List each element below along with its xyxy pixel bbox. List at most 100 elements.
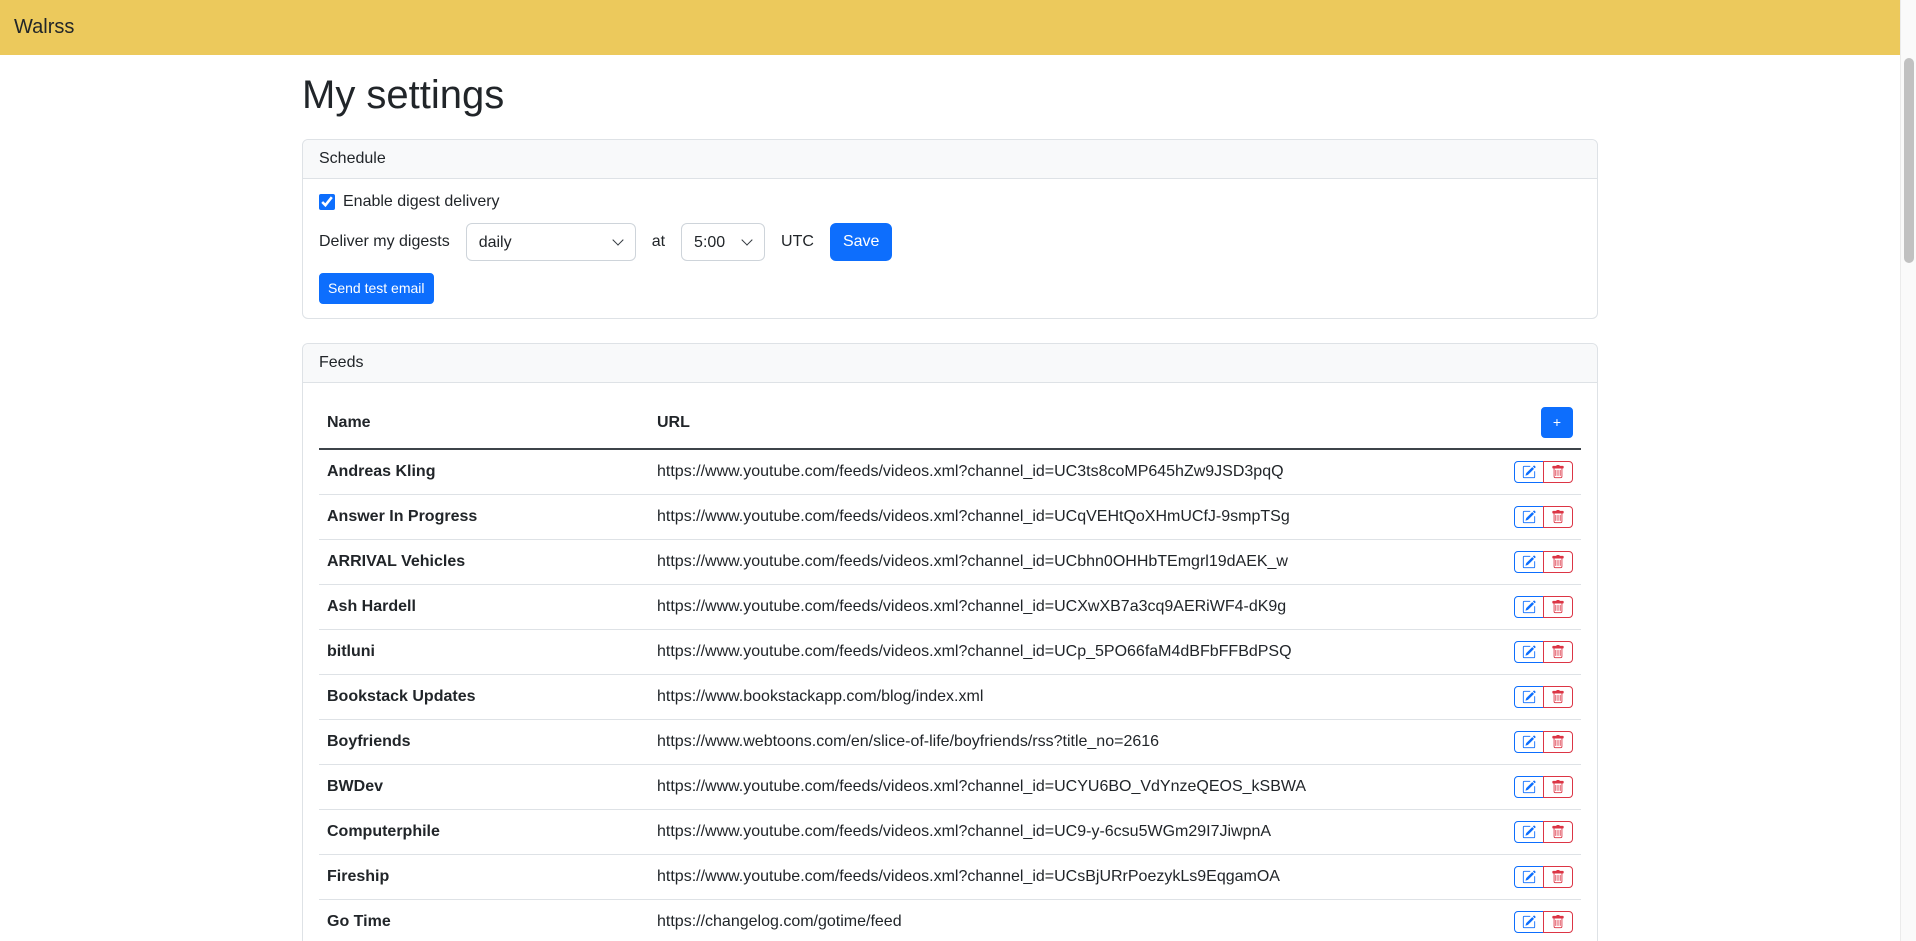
schedule-card: Schedule Enable digest delivery Deliver … bbox=[302, 139, 1598, 319]
feed-name: Fireship bbox=[319, 855, 649, 900]
enable-digest-row: Enable digest delivery bbox=[319, 193, 1581, 211]
edit-feed-button[interactable] bbox=[1514, 596, 1544, 618]
edit-feed-button[interactable] bbox=[1514, 506, 1544, 528]
scrollbar-thumb[interactable] bbox=[1904, 58, 1914, 263]
delete-feed-button[interactable] bbox=[1543, 551, 1573, 573]
trash-icon bbox=[1551, 465, 1565, 479]
trash-icon bbox=[1551, 780, 1565, 794]
feed-url: https://www.youtube.com/feeds/videos.xml… bbox=[649, 585, 1481, 630]
feed-row: Boyfriendshttps://www.webtoons.com/en/sl… bbox=[319, 720, 1581, 765]
feeds-card-body: Name URL + Andreas Klinghttps://www.yout… bbox=[303, 383, 1597, 941]
feed-name: Answer In Progress bbox=[319, 495, 649, 540]
trash-icon bbox=[1551, 735, 1565, 749]
feed-url: https://changelog.com/gotime/feed bbox=[649, 900, 1481, 941]
page-title: My settings bbox=[302, 71, 1598, 119]
delivery-schedule-row: Deliver my digests daily at 5:00 UTC Sav… bbox=[319, 223, 1581, 261]
schedule-card-header: Schedule bbox=[303, 140, 1597, 179]
edit-feed-button[interactable] bbox=[1514, 686, 1544, 708]
feed-url: https://www.webtoons.com/en/slice-of-lif… bbox=[649, 720, 1481, 765]
edit-icon bbox=[1522, 915, 1536, 929]
delete-feed-button[interactable] bbox=[1543, 686, 1573, 708]
edit-icon bbox=[1522, 735, 1536, 749]
edit-icon bbox=[1522, 780, 1536, 794]
delete-feed-button[interactable] bbox=[1543, 506, 1573, 528]
trash-icon bbox=[1551, 690, 1565, 704]
trash-icon bbox=[1551, 555, 1565, 569]
edit-icon bbox=[1522, 555, 1536, 569]
edit-icon bbox=[1522, 645, 1536, 659]
feed-name: Boyfriends bbox=[319, 720, 649, 765]
delete-feed-button[interactable] bbox=[1543, 776, 1573, 798]
column-header-url: URL bbox=[649, 397, 1481, 449]
edit-feed-button[interactable] bbox=[1514, 731, 1544, 753]
feed-name: Go Time bbox=[319, 900, 649, 941]
enable-digest-label[interactable]: Enable digest delivery bbox=[343, 193, 500, 211]
feed-url: https://www.youtube.com/feeds/videos.xml… bbox=[649, 540, 1481, 585]
edit-icon bbox=[1522, 870, 1536, 884]
enable-digest-checkbox[interactable] bbox=[319, 194, 335, 210]
feed-row: Ash Hardellhttps://www.youtube.com/feeds… bbox=[319, 585, 1581, 630]
feed-row: ARRIVAL Vehicleshttps://www.youtube.com/… bbox=[319, 540, 1581, 585]
edit-feed-button[interactable] bbox=[1514, 866, 1544, 888]
edit-feed-button[interactable] bbox=[1514, 551, 1544, 573]
edit-feed-button[interactable] bbox=[1514, 776, 1544, 798]
feed-url: https://www.youtube.com/feeds/videos.xml… bbox=[649, 630, 1481, 675]
time-select[interactable]: 5:00 bbox=[681, 223, 765, 261]
main-content: My settings Schedule Enable digest deliv… bbox=[290, 71, 1610, 941]
feeds-card-header: Feeds bbox=[303, 344, 1597, 383]
feed-row: Andreas Klinghttps://www.youtube.com/fee… bbox=[319, 449, 1581, 495]
trash-icon bbox=[1551, 870, 1565, 884]
feed-row: Answer In Progresshttps://www.youtube.co… bbox=[319, 495, 1581, 540]
send-test-email-button[interactable]: Send test email bbox=[319, 273, 434, 304]
trash-icon bbox=[1551, 600, 1565, 614]
feed-row: Bookstack Updateshttps://www.bookstackap… bbox=[319, 675, 1581, 720]
delete-feed-button[interactable] bbox=[1543, 461, 1573, 483]
edit-icon bbox=[1522, 690, 1536, 704]
delete-feed-button[interactable] bbox=[1543, 821, 1573, 843]
feed-url: https://www.youtube.com/feeds/videos.xml… bbox=[649, 810, 1481, 855]
navbar: Walrss bbox=[0, 0, 1900, 55]
delete-feed-button[interactable] bbox=[1543, 911, 1573, 933]
feed-name: bitluni bbox=[319, 630, 649, 675]
at-label: at bbox=[652, 233, 665, 251]
navbar-brand[interactable]: Walrss bbox=[14, 16, 74, 39]
save-button[interactable]: Save bbox=[830, 223, 892, 261]
delete-feed-button[interactable] bbox=[1543, 866, 1573, 888]
edit-icon bbox=[1522, 825, 1536, 839]
feed-row: bitlunihttps://www.youtube.com/feeds/vid… bbox=[319, 630, 1581, 675]
delete-feed-button[interactable] bbox=[1543, 641, 1573, 663]
feed-name: Computerphile bbox=[319, 810, 649, 855]
feed-row: Fireshiphttps://www.youtube.com/feeds/vi… bbox=[319, 855, 1581, 900]
add-feed-button[interactable]: + bbox=[1541, 407, 1573, 438]
delete-feed-button[interactable] bbox=[1543, 596, 1573, 618]
trash-icon bbox=[1551, 915, 1565, 929]
feed-name: Bookstack Updates bbox=[319, 675, 649, 720]
feed-url: https://www.youtube.com/feeds/videos.xml… bbox=[649, 495, 1481, 540]
delete-feed-button[interactable] bbox=[1543, 731, 1573, 753]
feed-name: ARRIVAL Vehicles bbox=[319, 540, 649, 585]
edit-icon bbox=[1522, 465, 1536, 479]
frequency-select[interactable]: daily bbox=[466, 223, 636, 261]
scrollbar[interactable] bbox=[1900, 0, 1916, 941]
feed-url: https://www.bookstackapp.com/blog/index.… bbox=[649, 675, 1481, 720]
feed-row: Go Timehttps://changelog.com/gotime/feed bbox=[319, 900, 1581, 941]
feeds-table: Name URL + Andreas Klinghttps://www.yout… bbox=[319, 397, 1581, 941]
edit-feed-button[interactable] bbox=[1514, 461, 1544, 483]
trash-icon bbox=[1551, 645, 1565, 659]
feed-url: https://www.youtube.com/feeds/videos.xml… bbox=[649, 765, 1481, 810]
feeds-table-header-row: Name URL + bbox=[319, 397, 1581, 449]
edit-feed-button[interactable] bbox=[1514, 911, 1544, 933]
feed-row: BWDevhttps://www.youtube.com/feeds/video… bbox=[319, 765, 1581, 810]
edit-feed-button[interactable] bbox=[1514, 821, 1544, 843]
edit-icon bbox=[1522, 510, 1536, 524]
feed-name: Ash Hardell bbox=[319, 585, 649, 630]
timezone-label: UTC bbox=[781, 233, 814, 251]
edit-feed-button[interactable] bbox=[1514, 641, 1544, 663]
feed-url: https://www.youtube.com/feeds/videos.xml… bbox=[649, 855, 1481, 900]
deliver-digests-label: Deliver my digests bbox=[319, 233, 450, 251]
trash-icon bbox=[1551, 825, 1565, 839]
column-header-name: Name bbox=[319, 397, 649, 449]
edit-icon bbox=[1522, 600, 1536, 614]
feed-name: BWDev bbox=[319, 765, 649, 810]
feed-url: https://www.youtube.com/feeds/videos.xml… bbox=[649, 449, 1481, 495]
